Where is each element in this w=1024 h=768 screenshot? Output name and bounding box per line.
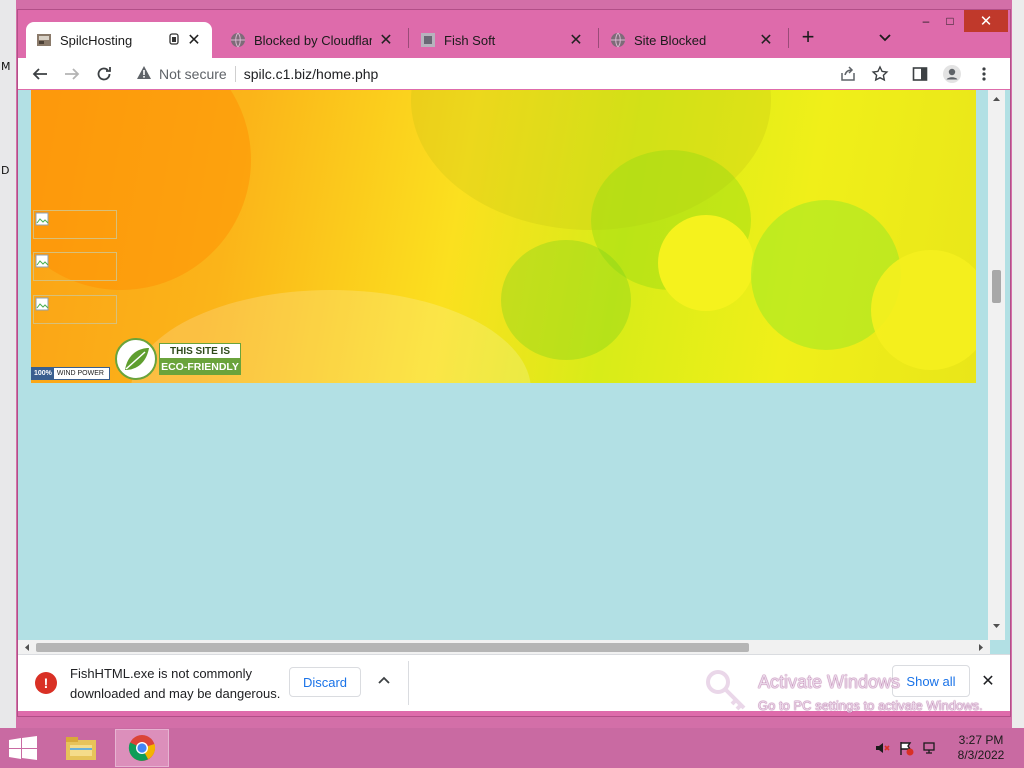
tab-label: Fish Soft — [444, 32, 496, 48]
desktop-icon-label-d[interactable]: D — [1, 164, 9, 177]
warning-triangle-icon[interactable] — [136, 65, 152, 83]
download-shelf: ! FishHTML.exe is not commonly downloade… — [18, 654, 1010, 711]
wind-label: WIND POWER — [56, 370, 104, 377]
vertical-scrollbar[interactable] — [988, 90, 1005, 640]
scroll-down-arrow-icon[interactable] — [992, 622, 1001, 631]
broken-image-icon — [35, 254, 49, 268]
header-banner-image: 100% WIND POWER THIS SITE IS ECO-FRIENDL… — [31, 90, 976, 383]
kebab-menu-icon[interactable] — [972, 62, 996, 86]
side-panel-icon[interactable] — [908, 62, 932, 86]
eco-badge-line2: ECO-FRIENDLY — [159, 359, 241, 375]
tab-separator — [788, 28, 789, 48]
tab-separator — [598, 28, 599, 48]
broken-image-icon — [35, 212, 49, 226]
tab-fish-soft[interactable]: Fish Soft ✕ — [410, 22, 594, 58]
leaf-icon — [115, 338, 157, 380]
taskbar-clock[interactable]: 3:27 PM 8/3/2022 — [948, 733, 1014, 763]
forward-arrow-icon[interactable] — [60, 62, 84, 86]
vertical-scroll-thumb[interactable] — [992, 270, 1001, 303]
banner-shape — [501, 240, 631, 360]
scroll-right-arrow-icon[interactable] — [977, 643, 986, 652]
globe-icon — [610, 32, 626, 48]
maximize-button[interactable]: □ — [935, 10, 965, 32]
horizontal-scrollbar[interactable] — [18, 640, 990, 654]
globe-icon — [230, 32, 246, 48]
tab-close-icon[interactable]: ✕ — [378, 30, 394, 50]
tab-close-icon[interactable]: ✕ — [568, 30, 584, 50]
bookmark-star-icon[interactable] — [868, 62, 892, 86]
scroll-left-arrow-icon[interactable] — [22, 643, 31, 652]
page-viewport: 100% WIND POWER THIS SITE IS ECO-FRIENDL… — [18, 90, 1010, 654]
tab-label: Site Blocked — [634, 32, 707, 48]
url-text[interactable]: spilc.c1.biz/home.php — [244, 66, 379, 82]
tab-label: SpilcHosting — [60, 32, 133, 48]
action-center-flag-icon[interactable] — [898, 740, 914, 756]
scroll-up-arrow-icon[interactable] — [992, 94, 1001, 103]
desktop-right-edge — [1012, 0, 1024, 728]
clock-time: 3:27 PM — [958, 733, 1004, 747]
profile-avatar-icon[interactable] — [940, 62, 964, 86]
broken-image-placeholder[interactable] — [33, 252, 117, 281]
desktop-left-edge: M D — [0, 0, 16, 728]
broken-image-placeholder[interactable] — [33, 295, 117, 324]
tab-spilchosting[interactable]: SpilcHosting ✕ — [26, 22, 212, 58]
tab-site-blocked[interactable]: Site Blocked ✕ — [600, 22, 784, 58]
tab-label: Blocked by Cloudflare C — [254, 32, 372, 48]
windows-start-icon[interactable] — [8, 736, 38, 760]
discard-button[interactable]: Discard — [289, 667, 361, 697]
file-explorer-icon[interactable] — [54, 729, 108, 767]
eco-friendly-badge[interactable]: THIS SITE IS ECO-FRIENDLY — [115, 338, 243, 380]
volume-muted-icon[interactable] — [874, 740, 890, 756]
sound-icon — [168, 32, 180, 48]
banner-shape — [871, 250, 976, 370]
broken-image-icon — [35, 297, 49, 311]
download-separator — [408, 661, 409, 705]
broken-image-placeholder[interactable] — [33, 210, 117, 239]
tab-separator — [408, 28, 409, 48]
chevron-up-icon[interactable] — [376, 673, 392, 689]
eco-badge-line1: THIS SITE IS — [159, 343, 241, 359]
show-all-button[interactable]: Show all — [892, 665, 970, 697]
wind-power-badge[interactable]: 100% WIND POWER — [31, 367, 110, 380]
security-label[interactable]: Not secure — [159, 66, 227, 82]
danger-icon: ! — [35, 672, 57, 694]
tab-blocked-by-cloudflare[interactable]: Blocked by Cloudflare C ✕ — [220, 22, 404, 58]
back-arrow-icon[interactable] — [28, 62, 52, 86]
omnibox-divider — [234, 65, 236, 82]
tab-close-icon[interactable]: ✕ — [758, 30, 774, 50]
close-window-button[interactable]: ✕ — [964, 10, 1008, 32]
taskbar: 3:27 PM 8/3/2022 — [0, 728, 1024, 768]
clock-date: 8/3/2022 — [957, 748, 1005, 762]
new-tab-button[interactable]: + — [796, 26, 820, 50]
reload-icon[interactable] — [92, 62, 116, 86]
horizontal-scroll-thumb[interactable] — [36, 643, 749, 652]
close-download-shelf-icon[interactable]: ✕ — [978, 671, 998, 691]
fish-soft-favicon-icon — [420, 32, 436, 48]
network-icon[interactable] — [922, 740, 938, 756]
wind-percent: 100% — [32, 368, 54, 379]
tab-close-icon[interactable]: ✕ — [186, 30, 202, 50]
address-bar[interactable]: Not secure spilc.c1.biz/home.php — [128, 60, 858, 87]
download-warning-text: FishHTML.exe is not commonly downloaded … — [70, 666, 281, 701]
desktop-icon-label-m[interactable]: M — [1, 60, 11, 73]
tab-strip: SpilcHosting ✕ Blocked by Cloudflare C ✕… — [18, 10, 1010, 58]
chrome-taskbar-icon[interactable] — [115, 729, 169, 767]
site-favicon-icon — [36, 32, 52, 48]
share-icon[interactable] — [836, 62, 860, 86]
browser-window: SpilcHosting ✕ Blocked by Cloudflare C ✕… — [18, 10, 1010, 716]
browser-toolbar: Not secure spilc.c1.biz/home.php — [18, 58, 1010, 89]
tab-search-chevron-icon[interactable] — [876, 28, 894, 46]
banner-shape — [658, 215, 754, 311]
